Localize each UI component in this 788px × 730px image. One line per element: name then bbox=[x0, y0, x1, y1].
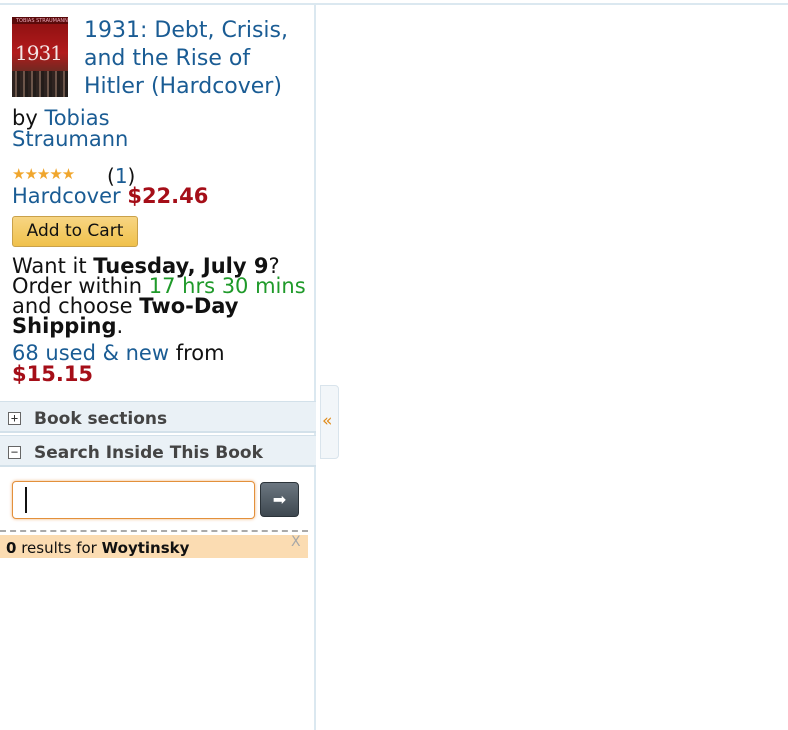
search-go-button[interactable]: ➡ bbox=[260, 482, 299, 517]
results-count: 0 bbox=[6, 539, 17, 557]
results-divider bbox=[0, 530, 308, 532]
search-inside-label[interactable]: Search Inside This Book bbox=[34, 443, 263, 463]
author-link-last[interactable]: Straumann bbox=[12, 129, 128, 150]
book-sections-toggle[interactable]: + Book sections bbox=[0, 401, 316, 433]
star-rating-icon[interactable]: ★★★★★ bbox=[12, 165, 75, 183]
cover-year: 1931 bbox=[15, 41, 63, 65]
from-label: from bbox=[169, 341, 225, 365]
book-cover-image[interactable]: TOBIAS STRAUMANN 1931 bbox=[12, 17, 68, 97]
text-caret bbox=[25, 487, 27, 513]
cover-crowd-art bbox=[12, 71, 68, 97]
clear-results-close-icon[interactable]: X bbox=[291, 529, 301, 555]
cover-author-strip: TOBIAS STRAUMANN bbox=[12, 17, 68, 24]
add-to-cart-button[interactable]: Add to Cart bbox=[12, 216, 138, 247]
format-price-row: Hardcover $22.46 bbox=[12, 184, 208, 208]
double-chevron-left-icon[interactable]: « bbox=[322, 411, 332, 431]
used-price: $15.15 bbox=[12, 362, 94, 386]
results-mid-text: results for bbox=[16, 539, 102, 557]
search-inside-toggle[interactable]: − Search Inside This Book bbox=[0, 435, 316, 467]
results-summary: 0 results for Woytinsky bbox=[6, 535, 189, 561]
price: $22.46 bbox=[127, 184, 209, 208]
book-sections-label[interactable]: Book sections bbox=[34, 409, 167, 429]
cover-author-text: TOBIAS STRAUMANN bbox=[16, 18, 68, 24]
book-title-link[interactable]: 1931: Debt, Crisis, and the Rise of Hitl… bbox=[84, 17, 309, 101]
delivery-text-4: . bbox=[116, 314, 124, 338]
search-inside-input[interactable] bbox=[12, 481, 255, 519]
collapse-minus-icon[interactable]: − bbox=[8, 446, 21, 459]
results-query: Woytinsky bbox=[101, 539, 190, 557]
delivery-message: Want it Tuesday, July 9? Order within 17… bbox=[12, 256, 312, 338]
format-link[interactable]: Hardcover bbox=[12, 184, 121, 208]
collapse-sidebar-tab[interactable]: « bbox=[320, 385, 339, 459]
used-new-offers: 68 used & new from $15.15 bbox=[12, 343, 312, 385]
byline: by Tobias bbox=[12, 108, 110, 129]
expand-plus-icon[interactable]: + bbox=[8, 412, 21, 425]
search-results-bar: 0 results for Woytinsky X bbox=[0, 534, 308, 561]
